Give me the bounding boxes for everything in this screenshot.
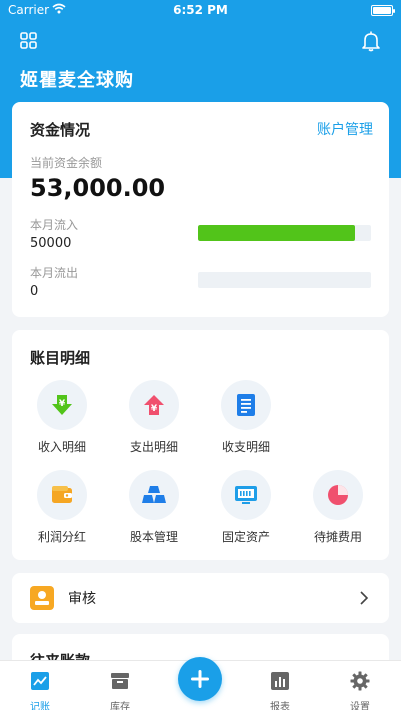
inflow-value: 50000	[30, 236, 72, 251]
ledger-item-label: 待摊费用	[313, 530, 362, 544]
bar-report-icon	[271, 672, 289, 690]
apps-grid-icon[interactable]	[20, 32, 37, 49]
audit-label: 审核	[68, 591, 96, 607]
tab-label: 报表	[270, 702, 290, 710]
chart-line-icon	[31, 672, 49, 690]
document-list-icon	[237, 394, 255, 416]
funds-card: 资金情况 账户管理 当前资金余额 53,000.00 本月流入 50000 本月…	[12, 102, 389, 317]
ledger-item-fixed-assets[interactable]: 固定资产	[200, 470, 292, 550]
tab-settings[interactable]: 设置	[330, 661, 390, 710]
tab-bookkeeping[interactable]: 记账	[10, 661, 70, 710]
chevron-right-icon	[360, 591, 369, 605]
tab-label: 库存	[110, 702, 130, 710]
ledger-item-deferred[interactable]: 待摊费用	[292, 470, 384, 550]
stacked-gold-icon	[142, 486, 166, 503]
inflow-bar	[198, 225, 371, 241]
svg-text:¥: ¥	[59, 399, 66, 409]
ledger-item-equity[interactable]: 股本管理	[108, 470, 200, 550]
income-down-arrow-icon: ¥	[52, 395, 72, 415]
outflow-value: 0	[30, 284, 39, 299]
svg-text:¥: ¥	[151, 404, 158, 414]
balance-value: 53,000.00	[30, 174, 166, 202]
ledger-item-profit[interactable]: 利润分红	[16, 470, 108, 550]
ledger-item-expense[interactable]: ¥ 支出明细	[108, 380, 200, 460]
balance-label: 当前资金余额	[30, 156, 103, 170]
archive-box-icon	[111, 673, 129, 689]
top-bar	[0, 30, 401, 54]
app-title: 姬瞿麦全球购	[20, 70, 134, 91]
account-management-link[interactable]: 账户管理	[317, 119, 373, 139]
tab-inventory[interactable]: 库存	[90, 661, 150, 710]
ledger-item-label: 收支明细	[221, 440, 270, 454]
inflow-bar-fill	[198, 225, 356, 241]
audit-person-icon	[30, 586, 54, 610]
tab-label: 记账	[30, 702, 50, 710]
monitor-icon	[235, 486, 257, 504]
audit-row[interactable]: 审核	[12, 573, 389, 623]
inflow-label: 本月流入	[30, 218, 79, 232]
wallet-icon	[52, 486, 72, 503]
ledger-item-income[interactable]: ¥ 收入明细	[16, 380, 108, 460]
ledger-card: 账目明细 ¥ 收入明细 ¥ 支出明细 收支明细 利润分红 股本管理 固定资产 待…	[12, 330, 389, 560]
outflow-bar	[198, 272, 371, 288]
ledger-item-label: 股本管理	[129, 530, 178, 544]
ledger-item-label: 支出明细	[129, 440, 178, 454]
ledger-item-label: 固定资产	[221, 530, 270, 544]
ledger-item-label: 收入明细	[37, 440, 86, 454]
add-entry-button[interactable]	[178, 657, 222, 701]
gear-icon	[350, 671, 370, 691]
plus-icon	[191, 670, 209, 688]
status-time: 6:52 PM	[173, 3, 228, 17]
tab-label: 设置	[350, 702, 370, 710]
ledger-item-label: 利润分红	[37, 530, 86, 544]
pie-chart-icon	[328, 485, 348, 505]
notification-bell-icon[interactable]	[361, 30, 381, 52]
status-bar: Carrier 6:52 PM	[0, 0, 401, 22]
ledger-item-income-expense[interactable]: 收支明细	[200, 380, 292, 460]
outflow-label: 本月流出	[30, 266, 79, 280]
tab-reports[interactable]: 报表	[250, 661, 310, 710]
battery-icon	[371, 5, 395, 16]
expense-up-arrow-icon: ¥	[144, 395, 164, 415]
funds-title: 资金情况	[30, 121, 91, 139]
ledger-title: 账目明细	[30, 349, 91, 367]
